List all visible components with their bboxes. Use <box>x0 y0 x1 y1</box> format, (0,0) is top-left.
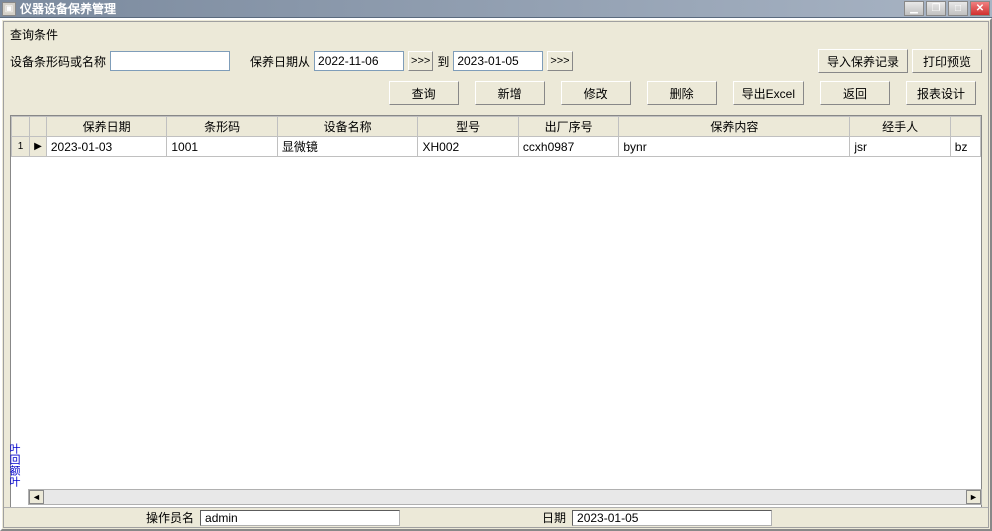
date-from-input[interactable] <box>314 51 404 71</box>
date-to-picker-button[interactable]: >>> <box>547 51 572 71</box>
query-button[interactable]: 查询 <box>389 81 459 105</box>
cell-content: bynr <box>619 137 850 157</box>
maximize-button[interactable]: □ <box>948 1 968 16</box>
date-to-input[interactable] <box>453 51 543 71</box>
status-bar: 操作员名 admin 日期 2023-01-05 <box>4 507 988 527</box>
col-handler[interactable]: 经手人 <box>850 117 950 137</box>
date-to-label: 到 <box>437 53 449 70</box>
cell-barcode: 1001 <box>167 137 277 157</box>
titlebar: ▣ 仪器设备保养管理 ▁ ❐ □ ✕ <box>0 0 992 18</box>
row-pointer-icon: ▶ <box>30 137 47 157</box>
add-button[interactable]: 新增 <box>475 81 545 105</box>
status-date-value: 2023-01-05 <box>572 510 772 526</box>
cell-model: XH002 <box>418 137 518 157</box>
horizontal-scrollbar[interactable]: ◄ ► <box>28 489 982 505</box>
report-design-button[interactable]: 报表设计 <box>906 81 976 105</box>
delete-button[interactable]: 删除 <box>647 81 717 105</box>
cell-date: 2023-01-03 <box>46 137 167 157</box>
table-row[interactable]: 1 ▶ 2023-01-03 1001 显微镜 XH002 ccxh0987 b… <box>12 137 981 157</box>
barcode-input[interactable] <box>110 51 230 71</box>
query-section-label: 查询条件 <box>10 24 982 45</box>
restore-button[interactable]: ❐ <box>926 1 946 16</box>
system-menu-icon[interactable]: ▣ <box>2 2 16 16</box>
scroll-left-icon[interactable]: ◄ <box>29 490 44 504</box>
data-grid[interactable]: 保养日期 条形码 设备名称 型号 出厂序号 保养内容 经手人 1 ▶ 2023-… <box>10 115 982 521</box>
row-number: 1 <box>12 137 30 157</box>
col-date[interactable]: 保养日期 <box>46 117 167 137</box>
cell-last: bz <box>950 137 980 157</box>
col-barcode[interactable]: 条形码 <box>167 117 277 137</box>
date-from-label: 保养日期从 <box>250 53 310 70</box>
col-model[interactable]: 型号 <box>418 117 518 137</box>
barcode-label: 设备条形码或名称 <box>10 53 106 70</box>
cell-handler: jsr <box>850 137 950 157</box>
export-excel-button[interactable]: 导出Excel <box>733 81 804 105</box>
cell-serial: ccxh0987 <box>518 137 618 157</box>
side-vertical-label: 叶回额叶 <box>6 443 22 487</box>
cell-name: 显微镜 <box>277 137 418 157</box>
operator-label: 操作员名 <box>146 509 194 526</box>
col-serial[interactable]: 出厂序号 <box>518 117 618 137</box>
status-date-label: 日期 <box>542 509 566 526</box>
import-record-button[interactable]: 导入保养记录 <box>818 49 908 73</box>
print-preview-button[interactable]: 打印预览 <box>912 49 982 73</box>
col-content[interactable]: 保养内容 <box>619 117 850 137</box>
back-button[interactable]: 返回 <box>820 81 890 105</box>
scroll-right-icon[interactable]: ► <box>966 490 981 504</box>
date-from-picker-button[interactable]: >>> <box>408 51 433 71</box>
window-title: 仪器设备保养管理 <box>20 0 904 17</box>
col-name[interactable]: 设备名称 <box>277 117 418 137</box>
edit-button[interactable]: 修改 <box>561 81 631 105</box>
col-last[interactable] <box>950 117 980 137</box>
operator-value: admin <box>200 510 400 526</box>
close-button[interactable]: ✕ <box>970 1 990 16</box>
minimize-button[interactable]: ▁ <box>904 1 924 16</box>
table-header-row: 保养日期 条形码 设备名称 型号 出厂序号 保养内容 经手人 <box>12 117 981 137</box>
